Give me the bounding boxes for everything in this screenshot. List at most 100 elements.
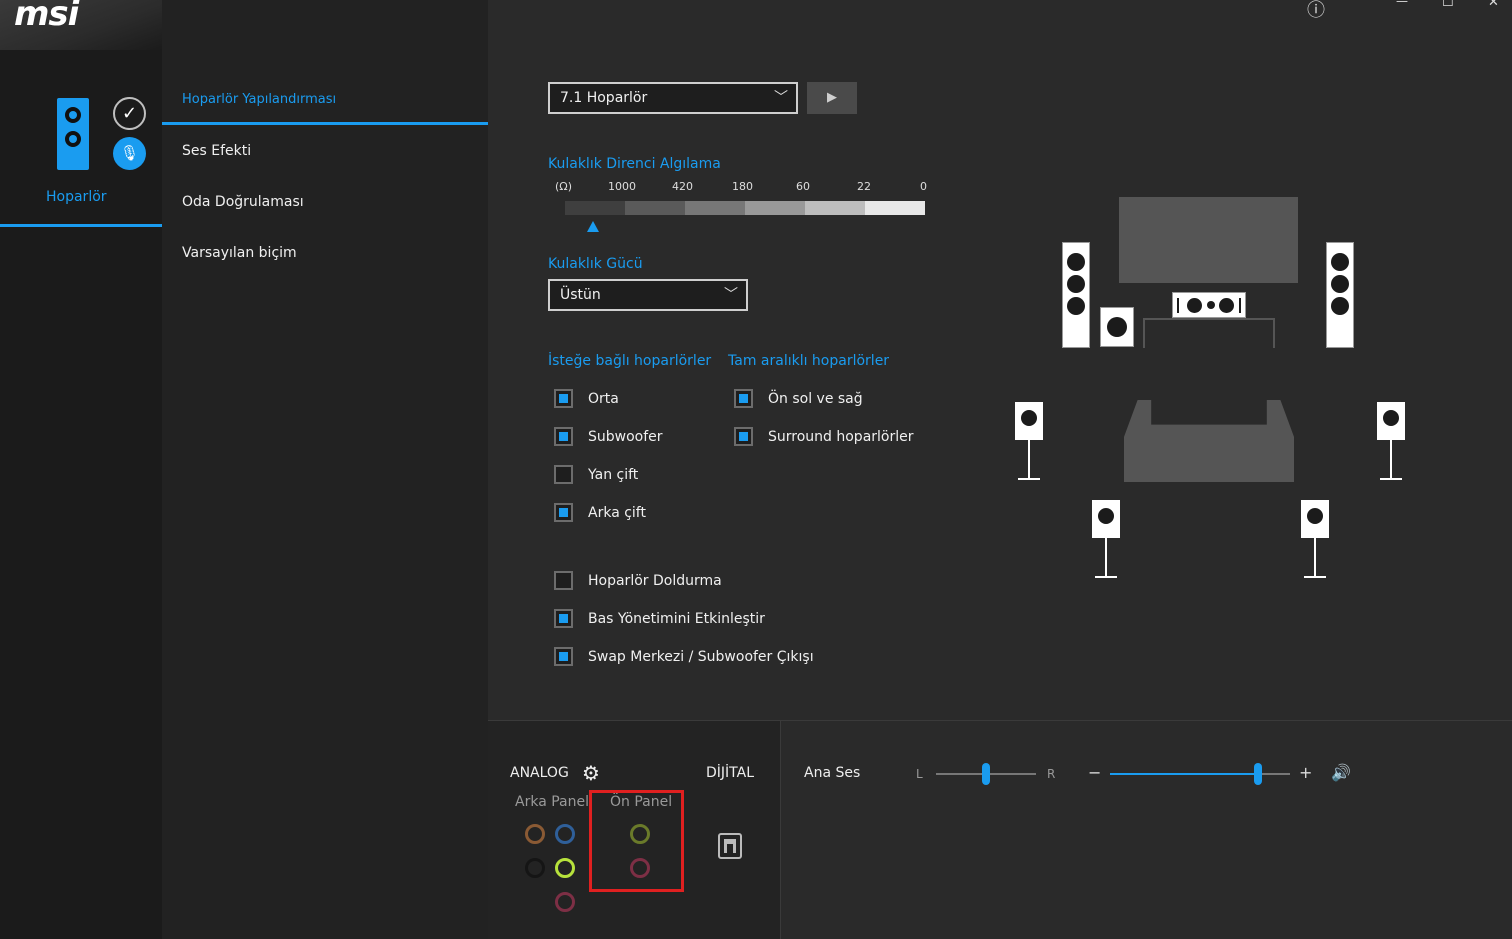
rear-jack-black[interactable]	[525, 858, 545, 878]
impedance-segment	[685, 201, 745, 215]
nav-speaker-label[interactable]: Hoparlör	[46, 189, 107, 205]
volume-slider-fill	[1110, 773, 1258, 775]
checkbox-box[interactable]	[554, 647, 573, 666]
volume-plus-icon[interactable]: +	[1299, 763, 1312, 782]
checkbox-surround[interactable]: Surround hoparlörler	[734, 427, 914, 447]
checkbox-box[interactable]	[734, 389, 753, 408]
headphone-power-value: Üstün	[560, 287, 601, 303]
impedance-segment	[805, 201, 865, 215]
rear-jack-orange[interactable]	[525, 824, 545, 844]
checkbox-label: Arka çift	[588, 505, 646, 521]
rear-jack-pink[interactable]	[555, 892, 575, 912]
checkbox-label: Yan çift	[588, 467, 639, 483]
checkbox-rear-pair[interactable]: Arka çift	[554, 503, 646, 523]
front-right-speaker-icon[interactable]	[1326, 242, 1354, 348]
optical-port-icon[interactable]	[718, 833, 742, 859]
checkbox-label: Hoparlör Doldurma	[588, 573, 722, 589]
checkbox-label: Subwoofer	[588, 429, 663, 445]
rear-jack-blue[interactable]	[555, 824, 575, 844]
impedance-tick: 22	[857, 180, 871, 193]
checkbox-speaker-fill[interactable]: Hoparlör Doldurma	[554, 571, 722, 591]
checkbox-box[interactable]	[554, 609, 573, 628]
side-left-speaker-icon[interactable]	[1015, 402, 1043, 480]
impedance-unit: (Ω)	[555, 180, 572, 193]
submenu: Hoparlör Yapılandırması Ses Efekti Oda D…	[162, 0, 488, 939]
gear-icon[interactable]: ⚙	[582, 761, 600, 785]
check-icon[interactable]: ✓	[113, 97, 146, 130]
speaker-cone-icon	[62, 128, 84, 150]
center-speaker-icon[interactable]	[1172, 292, 1246, 318]
speaker-icon[interactable]	[57, 98, 89, 170]
impedance-segment	[565, 201, 625, 215]
balance-right-label: R	[1047, 767, 1056, 781]
checkbox-center[interactable]: Orta	[554, 389, 619, 409]
analog-label: ANALOG	[510, 765, 569, 781]
rear-jack-green[interactable]	[555, 858, 575, 878]
play-icon: ▶	[827, 90, 837, 105]
chevron-down-icon: ﹀	[724, 287, 738, 303]
checkbox-subwoofer[interactable]: Subwoofer	[554, 427, 663, 447]
impedance-tick: 1000	[608, 180, 636, 193]
submenu-item-default-format[interactable]: Varsayılan biçim	[182, 245, 297, 261]
tv-screen	[1119, 197, 1298, 283]
checkbox-box[interactable]	[554, 503, 573, 522]
speaker-cone-icon	[62, 104, 84, 126]
headphone-power-title: Kulaklık Gücü	[548, 256, 643, 272]
optional-speakers-title: İsteğe bağlı hoparlörler	[548, 353, 712, 369]
submenu-active-indicator	[162, 122, 488, 125]
impedance-tick: 0	[920, 180, 927, 193]
digital-label: DİJİTAL	[706, 765, 755, 781]
checkbox-box[interactable]	[554, 465, 573, 484]
rear-right-speaker-icon[interactable]	[1301, 500, 1329, 578]
checkbox-label: Bas Yönetimini Etkinleştir	[588, 611, 765, 627]
checkbox-label: Swap Merkezi / Subwoofer Çıkışı	[588, 649, 814, 665]
tv-stand	[1143, 318, 1275, 348]
speaker-volume-icon[interactable]: 🔊	[1331, 763, 1351, 782]
front-jack-pink[interactable]	[630, 858, 650, 878]
checkbox-box[interactable]	[554, 389, 573, 408]
minimize-icon[interactable]: —	[1396, 0, 1408, 8]
checkbox-label: Ön sol ve sağ	[768, 391, 863, 407]
master-volume-panel	[781, 720, 1512, 939]
submenu-item-room-correction[interactable]: Oda Doğrulaması	[182, 194, 304, 210]
balance-left-label: L	[916, 767, 923, 781]
impedance-tick: 180	[732, 180, 753, 193]
checkbox-swap-center-sub[interactable]: Swap Merkezi / Subwoofer Çıkışı	[554, 647, 814, 667]
submenu-item-sound-effect[interactable]: Ses Efekti	[182, 143, 251, 159]
speaker-config-dropdown[interactable]: 7.1 Hoparlör ﹀	[548, 82, 798, 114]
microphone-icon[interactable]: 🎙	[113, 137, 146, 170]
play-test-button[interactable]: ▶	[807, 82, 857, 114]
maximize-icon[interactable]: ☐	[1442, 0, 1454, 10]
subwoofer-speaker-icon[interactable]	[1100, 307, 1134, 347]
volume-slider-knob[interactable]	[1253, 763, 1262, 785]
balance-slider-knob[interactable]	[982, 763, 990, 785]
close-icon[interactable]: ✕	[1488, 0, 1499, 10]
speaker-config-value: 7.1 Hoparlör	[560, 90, 648, 106]
rear-panel-label: Arka Panel	[515, 794, 589, 810]
full-range-title: Tam aralıklı hoparlörler	[728, 353, 890, 369]
headphone-power-dropdown[interactable]: Üstün ﹀	[548, 279, 748, 311]
side-right-speaker-icon[interactable]	[1377, 402, 1405, 480]
checkbox-box[interactable]	[554, 571, 573, 590]
impedance-tick: 420	[672, 180, 693, 193]
checkbox-box[interactable]	[554, 427, 573, 446]
impedance-segment	[625, 201, 685, 215]
checkbox-side-pair[interactable]: Yan çift	[554, 465, 638, 485]
checkbox-label: Surround hoparlörler	[768, 429, 914, 445]
front-jack-green[interactable]	[630, 824, 650, 844]
master-volume-label: Ana Ses	[804, 765, 861, 781]
chevron-down-icon: ﹀	[774, 90, 788, 106]
rear-left-speaker-icon[interactable]	[1092, 500, 1120, 578]
impedance-title: Kulaklık Direnci Algılama	[548, 156, 721, 172]
checkbox-bass-management[interactable]: Bas Yönetimini Etkinleştir	[554, 609, 765, 629]
checkbox-box[interactable]	[734, 427, 753, 446]
impedance-tick: 60	[796, 180, 810, 193]
impedance-marker-icon	[587, 221, 599, 232]
info-icon[interactable]: ⓘ	[1307, 0, 1325, 22]
front-left-speaker-icon[interactable]	[1062, 242, 1090, 348]
volume-minus-icon[interactable]: −	[1088, 763, 1101, 782]
submenu-item-speaker-config[interactable]: Hoparlör Yapılandırması	[182, 92, 336, 107]
msi-logo: msi	[14, 0, 79, 34]
nav-active-indicator	[0, 224, 162, 227]
checkbox-front-lr[interactable]: Ön sol ve sağ	[734, 389, 863, 409]
